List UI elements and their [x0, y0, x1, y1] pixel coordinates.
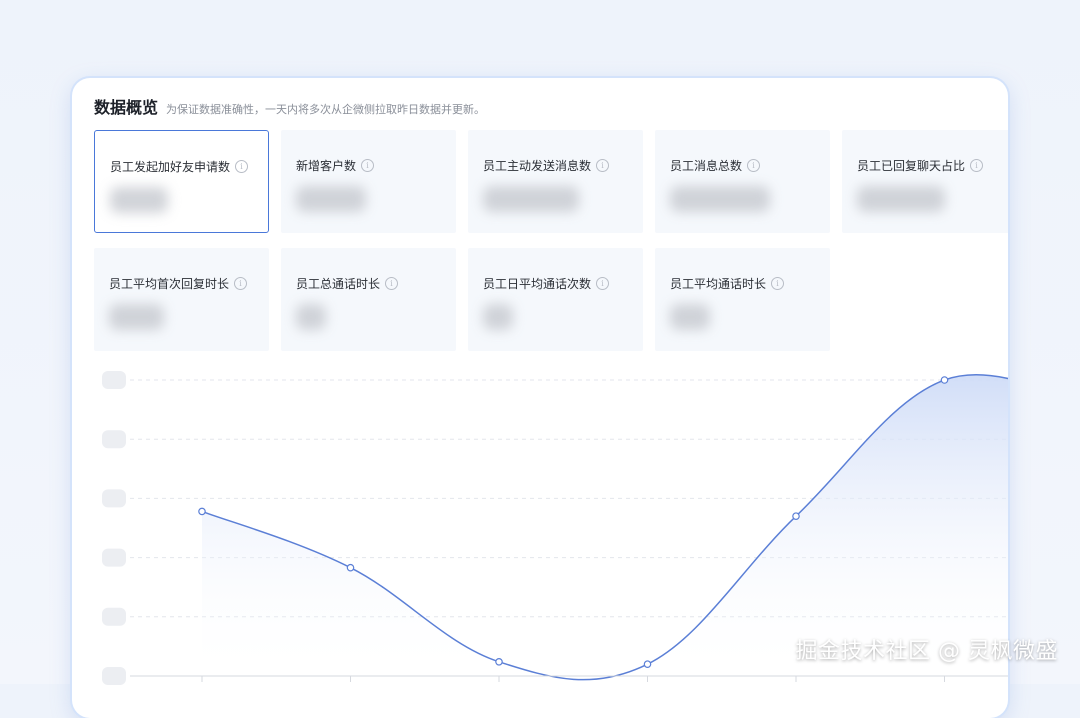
metric-card-new-customers[interactable]: 新增客户数 i [281, 130, 456, 233]
metric-value-redacted [296, 186, 366, 212]
metric-value-redacted [670, 304, 710, 330]
chart-data-point[interactable] [643, 660, 652, 668]
metric-label: 员工平均通话时长 [670, 277, 767, 291]
info-circle-icon[interactable]: i [235, 160, 249, 173]
watermark: 掘金技术社区 @ 灵枫微盛 [795, 639, 1058, 664]
y-tick-label-redacted [102, 607, 126, 626]
info-circle-icon[interactable]: i [361, 159, 375, 172]
metric-label: 员工平均首次回复时长 [109, 277, 230, 291]
info-circle-icon[interactable]: i [385, 277, 399, 290]
data-overview-card: 数据概览 为保证数据准确性，一天内将多次从企微侧拉取昨日数据并更新。 员工发起加… [72, 78, 1008, 718]
metric-card-friend-requests[interactable]: 员工发起加好友申请数 i [94, 130, 269, 233]
metric-label: 员工消息总数 [670, 159, 743, 173]
chart-data-point[interactable] [346, 563, 355, 572]
metric-value-redacted [483, 186, 579, 212]
metric-label: 员工已回复聊天占比 [857, 159, 966, 173]
overview-title: 数据概览 [94, 98, 159, 117]
y-tick-label-redacted [102, 430, 126, 449]
metric-card-total-call-time[interactable]: 员工总通话时长 i [281, 248, 456, 351]
info-circle-icon[interactable]: i [234, 277, 248, 290]
chart-data-point[interactable] [495, 657, 503, 666]
metric-label: 员工发起加好友申请数 [110, 160, 231, 174]
metric-card-first-reply-time[interactable]: 员工平均首次回复时长 i [94, 248, 269, 351]
chart-data-point[interactable] [792, 512, 800, 520]
metric-label: 新增客户数 [296, 159, 357, 173]
metric-card-avg-call-time[interactable]: 员工平均通话时长 i [655, 248, 830, 351]
metric-value-redacted [857, 186, 945, 212]
y-tick-label-redacted [102, 371, 126, 389]
metric-value-redacted [110, 187, 168, 213]
overview-header: 数据概览 为保证数据准确性，一天内将多次从企微侧拉取昨日数据并更新。 [94, 94, 485, 118]
metric-label: 员工总通话时长 [296, 277, 381, 291]
overview-note: 为保证数据准确性，一天内将多次从企微侧拉取昨日数据并更新。 [166, 103, 486, 116]
y-tick-label-redacted [102, 548, 126, 567]
info-circle-icon[interactable]: i [771, 277, 785, 290]
info-circle-icon[interactable]: i [596, 277, 610, 290]
metric-card-reply-ratio[interactable]: 员工已回复聊天占比 i [842, 130, 1008, 233]
metric-value-redacted [296, 304, 326, 330]
metric-card-sent-messages[interactable]: 员工主动发送消息数 i [468, 130, 643, 233]
metric-label: 员工日平均通话次数 [483, 277, 592, 291]
metric-label: 员工主动发送消息数 [483, 159, 592, 173]
y-tick-label-redacted [102, 667, 126, 685]
metric-value-redacted [670, 186, 770, 212]
metric-card-total-messages[interactable]: 员工消息总数 i [655, 130, 830, 233]
chart-data-point[interactable] [198, 507, 206, 516]
metric-value-redacted [483, 304, 513, 330]
info-circle-icon[interactable]: i [596, 159, 610, 172]
y-tick-label-redacted [102, 489, 126, 508]
info-circle-icon[interactable]: i [970, 159, 984, 172]
metric-value-redacted [109, 304, 164, 330]
info-circle-icon[interactable]: i [747, 159, 761, 172]
chart-data-point[interactable] [940, 376, 949, 384]
metric-card-daily-calls[interactable]: 员工日平均通话次数 i [468, 248, 643, 351]
